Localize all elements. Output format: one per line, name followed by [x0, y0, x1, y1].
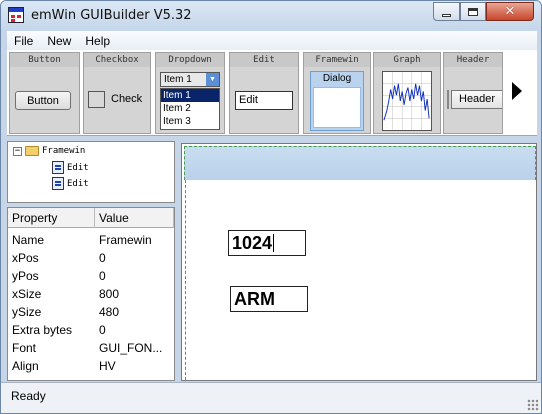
- edit-value: 1024: [232, 233, 273, 253]
- edit-widget-preview[interactable]: Edit: [235, 91, 293, 110]
- dropdown-option[interactable]: Item 2: [161, 102, 219, 115]
- widget-tree: − Framewin Edit Edit: [7, 141, 175, 203]
- property-value[interactable]: HV: [95, 357, 174, 375]
- status-bar: Ready: [1, 382, 541, 413]
- tool-framewin-title: Framewin: [304, 53, 370, 67]
- close-button[interactable]: ✕: [486, 2, 534, 21]
- property-row[interactable]: Font GUI_FON...: [8, 339, 174, 357]
- tree-node-label: Edit: [67, 162, 89, 173]
- resize-grip-icon[interactable]: [527, 399, 539, 411]
- edit-value: ARM: [234, 289, 275, 309]
- tool-dropdown-title: Dropdown: [156, 53, 224, 67]
- framewin-client-area[interactable]: 1024 ARM: [185, 180, 535, 380]
- property-row[interactable]: xPos 0: [8, 249, 174, 267]
- tree-node-edit[interactable]: Edit: [52, 161, 89, 174]
- menu-new[interactable]: New: [40, 34, 78, 48]
- property-name: Extra bytes: [12, 323, 73, 337]
- app-window: emWin GUIBuilder V5.32 ✕ File New Help B…: [0, 0, 542, 414]
- property-row[interactable]: xSize 800: [8, 285, 174, 303]
- property-row[interactable]: yPos 0: [8, 267, 174, 285]
- menu-bar: File New Help: [7, 31, 537, 50]
- window-title: emWin GUIBuilder V5.32: [31, 8, 192, 23]
- property-value[interactable]: 800: [95, 285, 174, 303]
- maximize-icon: [468, 7, 478, 16]
- framewin-preview-title: Dialog: [322, 73, 352, 84]
- header-widget-preview[interactable]: Header: [451, 90, 502, 109]
- menu-help[interactable]: Help: [78, 34, 117, 48]
- tool-button-title: Button: [10, 53, 79, 67]
- tree-node-edit[interactable]: Edit: [52, 177, 89, 190]
- column-header-property[interactable]: Property: [8, 208, 95, 228]
- property-name: Font: [12, 341, 37, 355]
- tool-graph[interactable]: Graph: [373, 52, 441, 134]
- tool-dropdown[interactable]: Dropdown Item 1 ▼ Item 1 Item 2 Item 3: [155, 52, 225, 134]
- graph-widget-preview[interactable]: [382, 71, 432, 131]
- checkbox-preview-label: Check: [111, 93, 143, 105]
- property-row[interactable]: Name Framewin: [8, 231, 174, 249]
- property-row[interactable]: Align HV: [8, 357, 174, 375]
- right-arrow-icon[interactable]: [510, 80, 524, 102]
- tree-node-label: Framewin: [42, 146, 86, 156]
- framewin-widget-preview[interactable]: Dialog: [310, 71, 364, 131]
- column-header-value[interactable]: Value: [95, 208, 174, 228]
- dropdown-selected-label: Item 1: [164, 74, 192, 85]
- maximize-button[interactable]: [460, 2, 486, 21]
- property-value[interactable]: GUI_FON...: [95, 339, 174, 357]
- tool-header-title: Header: [444, 53, 502, 67]
- folder-icon: [25, 146, 39, 156]
- tool-graph-title: Graph: [374, 53, 440, 67]
- tool-edit-title: Edit: [230, 53, 298, 67]
- collapse-icon[interactable]: −: [13, 146, 22, 156]
- text-cursor: [273, 234, 275, 252]
- property-name: Align: [12, 359, 39, 373]
- framewin-title-bar[interactable]: [184, 146, 536, 180]
- property-name: Name: [12, 233, 45, 247]
- tree-node-label: Edit: [67, 178, 89, 189]
- status-text: Ready: [11, 389, 46, 403]
- canvas-edit-widget[interactable]: 1024: [228, 230, 306, 256]
- dropdown-option[interactable]: Item 3: [161, 115, 219, 128]
- property-value[interactable]: 0: [95, 321, 174, 339]
- tool-checkbox-title: Checkbox: [84, 53, 150, 67]
- property-value[interactable]: 0: [95, 249, 174, 267]
- title-bar[interactable]: emWin GUIBuilder V5.32 ✕: [1, 1, 541, 31]
- tool-edit[interactable]: Edit Edit: [229, 52, 299, 134]
- property-value[interactable]: 0: [95, 267, 174, 285]
- property-row[interactable]: ySize 480: [8, 303, 174, 321]
- property-name: xSize: [12, 287, 42, 301]
- tool-button[interactable]: Button Button: [9, 52, 80, 134]
- tool-header[interactable]: Header Header: [443, 52, 503, 134]
- close-icon: ✕: [504, 4, 516, 19]
- property-name: yPos: [12, 269, 39, 283]
- property-row[interactable]: Extra bytes 0: [8, 321, 174, 339]
- dropdown-selected[interactable]: Item 1 ▼: [160, 72, 220, 87]
- design-canvas[interactable]: 1024 ARM: [181, 143, 537, 381]
- canvas-edit-widget[interactable]: ARM: [230, 286, 308, 312]
- checkbox-widget-preview[interactable]: [88, 91, 105, 108]
- edit-widget-icon: [52, 161, 64, 174]
- tool-checkbox[interactable]: Checkbox Check: [83, 52, 151, 134]
- widget-toolbar: Button Button Checkbox Check Dropdown It…: [7, 50, 537, 136]
- app-icon: [8, 7, 24, 23]
- property-name: ySize: [12, 305, 42, 319]
- tree-node-framewin[interactable]: − Framewin: [13, 146, 85, 156]
- menu-file[interactable]: File: [7, 34, 40, 48]
- dropdown-list: Item 1 Item 2 Item 3: [160, 88, 220, 130]
- button-widget-preview[interactable]: Button: [15, 91, 71, 110]
- property-grid: Property Value Name Framewin xPos 0 yPos…: [7, 207, 175, 381]
- property-value[interactable]: 480: [95, 303, 174, 321]
- property-name: xPos: [12, 251, 39, 265]
- dropdown-option[interactable]: Item 1: [161, 89, 219, 102]
- property-grid-header: Property Value: [8, 208, 174, 228]
- minimize-icon: [442, 13, 451, 17]
- minimize-button[interactable]: [433, 2, 460, 21]
- tool-framewin[interactable]: Framewin Dialog: [303, 52, 371, 134]
- edit-widget-icon: [52, 177, 64, 190]
- dropdown-arrow-icon[interactable]: ▼: [206, 73, 219, 86]
- property-value[interactable]: Framewin: [95, 231, 174, 249]
